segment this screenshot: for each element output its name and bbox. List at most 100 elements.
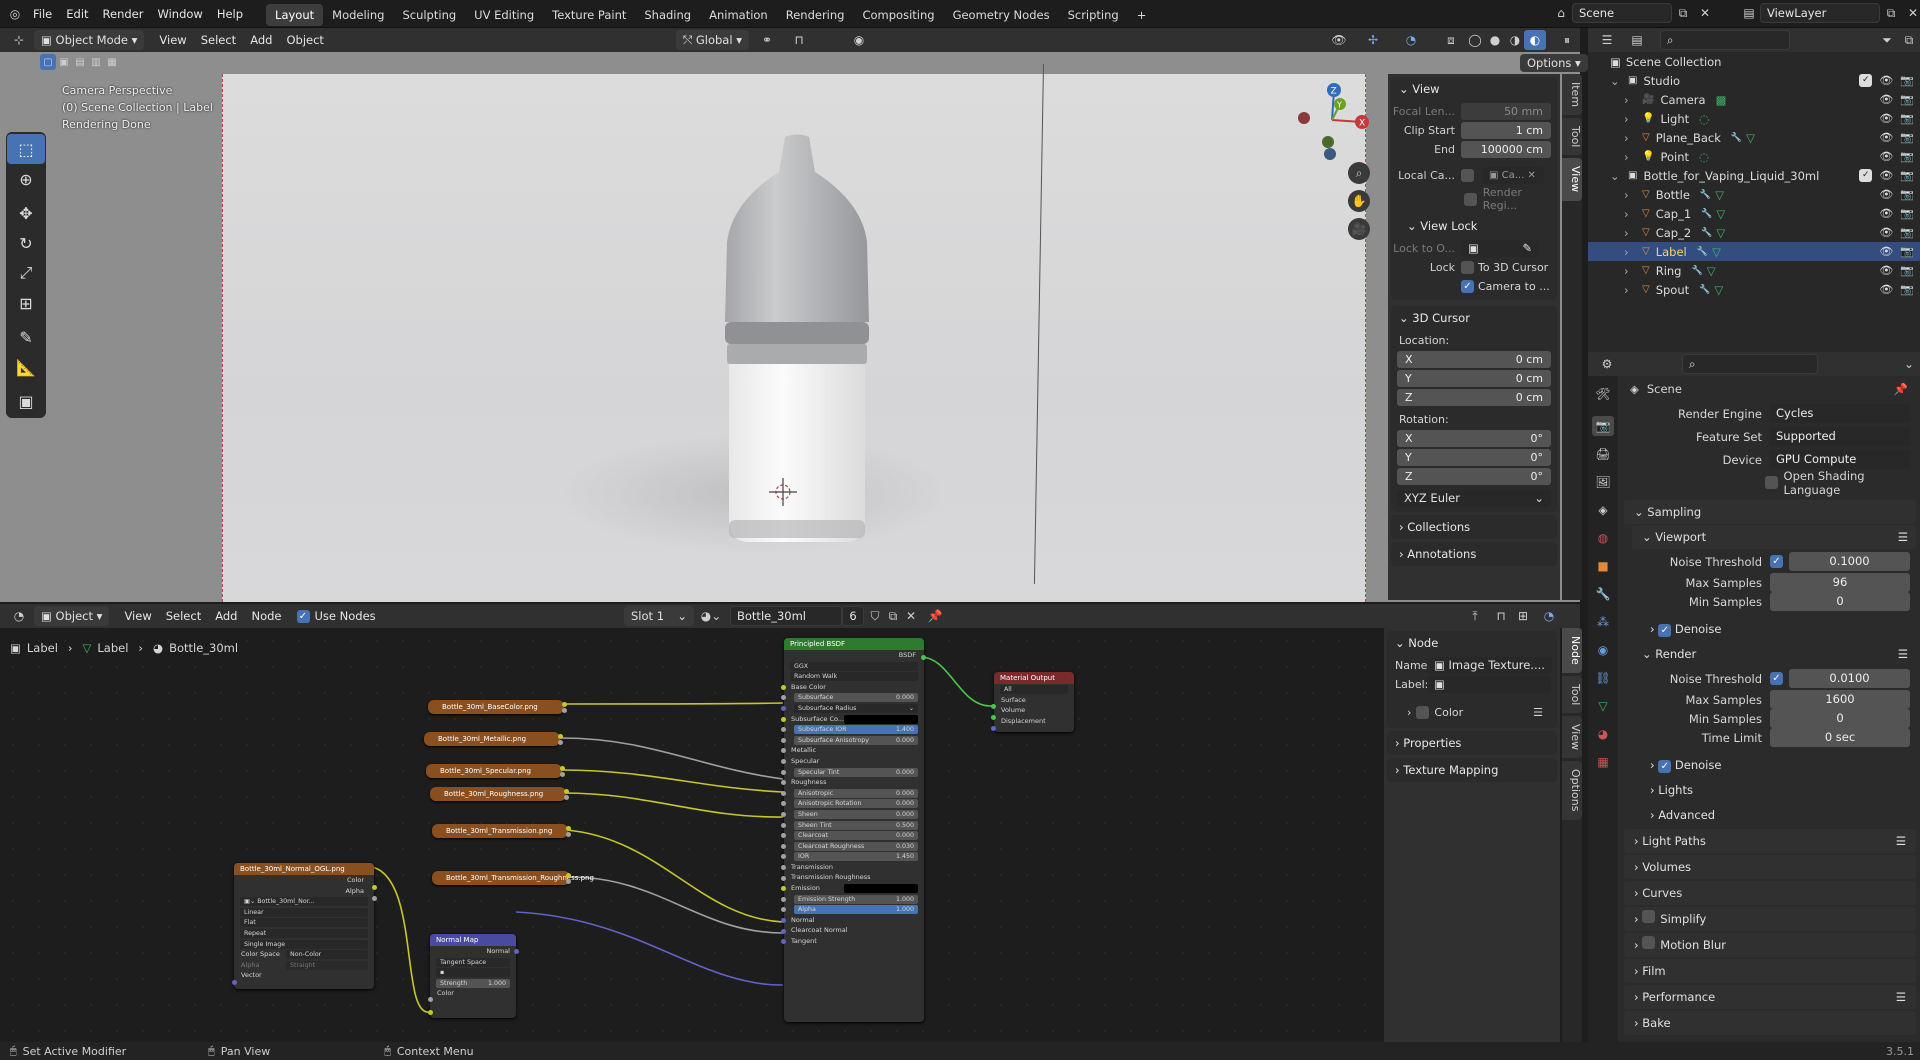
eye-icon[interactable]: 👁	[1879, 245, 1893, 258]
snap-icon[interactable]: ⊓	[788, 30, 810, 50]
camera-data-icon[interactable]: ▩	[1716, 93, 1727, 107]
modifier-wrench-icon[interactable]: 🔧	[1701, 228, 1712, 238]
select-extend-icon[interactable]: ▣	[56, 54, 72, 70]
pin-node-tree-icon[interactable]: 📌	[924, 606, 946, 626]
outliner-item-label[interactable]: › ▽ Label 🔧 ▽ 👁 📷	[1588, 242, 1920, 261]
r-denoise-subpanel[interactable]: › ✓ Denoise	[1640, 753, 1916, 777]
outliner-item-point[interactable]: › 💡 Point ◌ 👁 📷	[1588, 147, 1920, 166]
eye-icon[interactable]: 👁	[1879, 131, 1893, 144]
filter-icon[interactable]: ⏷	[1876, 30, 1898, 50]
image-texture-node-bottle-30ml-roughness-png[interactable]: Bottle_30ml_Roughness.png	[430, 787, 566, 801]
select-box-icon[interactable]: ⬚	[7, 134, 45, 164]
modifier-wrench-icon[interactable]: 🔧	[1701, 209, 1712, 219]
tab-view[interactable]: View	[1562, 158, 1582, 201]
bsdf-input-clearcoat[interactable]: Clearcoat 0.000	[784, 830, 924, 841]
outliner-item-plane-back[interactable]: › ▽ Plane_Back 🔧 ▽ 👁 📷	[1588, 128, 1920, 147]
workspace-tab-scripting[interactable]: Scripting	[1059, 4, 1128, 26]
subsurface-ior-field[interactable]: Subsurface IOR 1.400	[794, 725, 918, 735]
material-name-field[interactable]: Bottle_30ml	[730, 606, 842, 626]
delete-scene-icon[interactable]: ✕	[1694, 3, 1716, 23]
alpha-mode-dropdown[interactable]: Straight	[286, 960, 368, 970]
modifier-wrench-icon[interactable]: 🔧	[1697, 247, 1708, 257]
ior-field[interactable]: IOR 1.450	[794, 852, 918, 862]
output-tab-icon[interactable]: 🖨	[1592, 444, 1614, 464]
local-camera-checkbox[interactable]	[1461, 168, 1474, 182]
new-viewlayer-icon[interactable]: ⧉	[1880, 3, 1902, 23]
output-target-dropdown[interactable]: All	[1000, 685, 1068, 694]
node-menu-node[interactable]: Node	[244, 602, 288, 630]
cursor-rot-z-container[interactable]: Z 0°	[1397, 467, 1551, 485]
eye-icon[interactable]: 👁	[1879, 283, 1893, 296]
annotate-tool-icon[interactable]: ✎	[7, 322, 45, 352]
menu-edit[interactable]: Edit	[59, 0, 95, 28]
bottle-render[interactable]	[717, 132, 877, 552]
texture-tab-icon[interactable]: ▦	[1592, 752, 1614, 772]
subsurface-field[interactable]: Subsurface 0.000	[794, 693, 918, 703]
mesh-data-icon[interactable]: ▽	[1712, 245, 1721, 259]
material-shading-icon[interactable]: ◑	[1504, 30, 1526, 50]
data-tab-icon[interactable]: ▽	[1592, 696, 1614, 716]
select-subtract-icon[interactable]: ▤	[72, 54, 88, 70]
pan-hand-icon[interactable]: ✋	[1348, 190, 1370, 212]
render-subpanel-header[interactable]: ⌄ Render ☰	[1632, 642, 1916, 666]
bsdf-input-alpha[interactable]: Alpha 1.000	[784, 904, 924, 915]
expand-arrow-icon[interactable]: ›	[1624, 188, 1636, 202]
mesh-data-icon[interactable]: ▽	[1716, 207, 1725, 221]
r-noise-threshold-field[interactable]: 0.0100	[1789, 669, 1910, 688]
camera-view-icon[interactable]: 🎥	[1348, 218, 1370, 240]
viewport-menu-object[interactable]: Object	[279, 26, 330, 54]
render-camera-icon[interactable]: 📷	[1900, 112, 1914, 125]
use-nodes-checkbox[interactable]: ✓	[296, 609, 310, 623]
outliner-item-bottle[interactable]: › ▽ Bottle 🔧 ▽ 👁 📷	[1588, 185, 1920, 204]
lights-subpanel[interactable]: › Lights	[1640, 778, 1916, 802]
node-menu-select[interactable]: Select	[159, 602, 208, 630]
select-intersect-icon[interactable]: ▦	[104, 54, 120, 70]
display-mode-icon[interactable]: ▤	[1626, 30, 1648, 50]
anisotropic-rotation-field[interactable]: Anisotropic Rotation 0.000	[794, 799, 918, 809]
measure-tool-icon[interactable]: 📐	[7, 352, 45, 382]
new-scene-icon[interactable]: ⧉	[1672, 3, 1694, 23]
texture-mapping-section[interactable]: › Texture Mapping	[1387, 758, 1557, 782]
cursor-tool-icon[interactable]: ⊕	[7, 164, 45, 194]
r-min-samples-field[interactable]: 0	[1770, 709, 1910, 728]
shader-type-dropdown[interactable]: ▣ Object ▾	[34, 606, 110, 626]
light-data-icon[interactable]: ◌	[1699, 150, 1709, 164]
image-texture-node-bottle-30ml-transmission-png[interactable]: Bottle_30ml_Transmission.png	[432, 824, 568, 838]
eye-icon[interactable]: 👁	[1879, 226, 1893, 239]
mesh-data-icon[interactable]: ▽	[1714, 283, 1723, 297]
bsdf-input-subsurface[interactable]: Subsurface 0.000	[784, 692, 924, 703]
mode-selector[interactable]: ▣ Object Mode ▾	[34, 30, 145, 50]
wireframe-shading-icon[interactable]: ◯	[1464, 30, 1486, 50]
bsdf-input-subsurface-ior[interactable]: Subsurface IOR 1.400	[784, 724, 924, 735]
alpha-field[interactable]: Alpha 1.000	[794, 905, 918, 915]
light-data-icon[interactable]: ◌	[1699, 112, 1709, 126]
viewport-subpanel-header[interactable]: ⌄ Viewport ☰	[1632, 525, 1916, 549]
normal-map-node[interactable]: Normal Map Normal Tangent Space ▪ Streng…	[430, 934, 516, 1018]
modifier-wrench-icon[interactable]: 🔧	[1731, 133, 1742, 143]
normal-image-texture-node[interactable]: Bottle_30ml_Normal_OGL.png Color Alpha ▣…	[234, 863, 374, 989]
material-output-title[interactable]: Material Output	[994, 672, 1074, 684]
sheen-tint-field[interactable]: Sheen Tint 0.500	[794, 820, 918, 830]
vp-max-samples-field[interactable]: 96	[1770, 573, 1910, 592]
outliner-item-spout[interactable]: › ▽ Spout 🔧 ▽ 👁 📷	[1588, 280, 1920, 299]
world-tab-icon[interactable]: ◍	[1592, 528, 1614, 548]
to-3d-cursor-checkbox[interactable]	[1461, 260, 1474, 274]
viewport-menu-select[interactable]: Select	[194, 26, 243, 54]
transform-tool-icon[interactable]: ⊞	[7, 288, 45, 318]
bsdf-input-specular-tint[interactable]: Specular Tint 0.000	[784, 767, 924, 778]
principled-bsdf-node[interactable]: Principled BSDF BSDF GGX Random Walk Bas…	[784, 638, 924, 1022]
vp-denoise-subpanel[interactable]: › ✓ Denoise	[1640, 617, 1916, 641]
menu-file[interactable]: File	[26, 0, 59, 28]
cursor-loc-x-container[interactable]: X 0 cm	[1397, 350, 1551, 368]
menu-render[interactable]: Render	[96, 0, 151, 28]
unlink-material-icon[interactable]: ✕	[900, 606, 922, 626]
3d-cursor-header[interactable]: ⌄ 3D Cursor	[1391, 306, 1557, 330]
bsdf-input-anisotropic[interactable]: Anisotropic 0.000	[784, 788, 924, 799]
advanced-subpanel[interactable]: › Advanced	[1640, 803, 1916, 827]
modifier-wrench-icon[interactable]: 🔧	[1699, 285, 1710, 295]
menu-window[interactable]: Window	[150, 0, 209, 28]
view-layer-tab-icon[interactable]: 🖼	[1592, 472, 1614, 492]
constraints-tab-icon[interactable]: ⛓	[1592, 668, 1614, 688]
panel-curves[interactable]: › Curves	[1624, 881, 1916, 905]
normal-map-title[interactable]: Normal Map	[430, 934, 516, 946]
